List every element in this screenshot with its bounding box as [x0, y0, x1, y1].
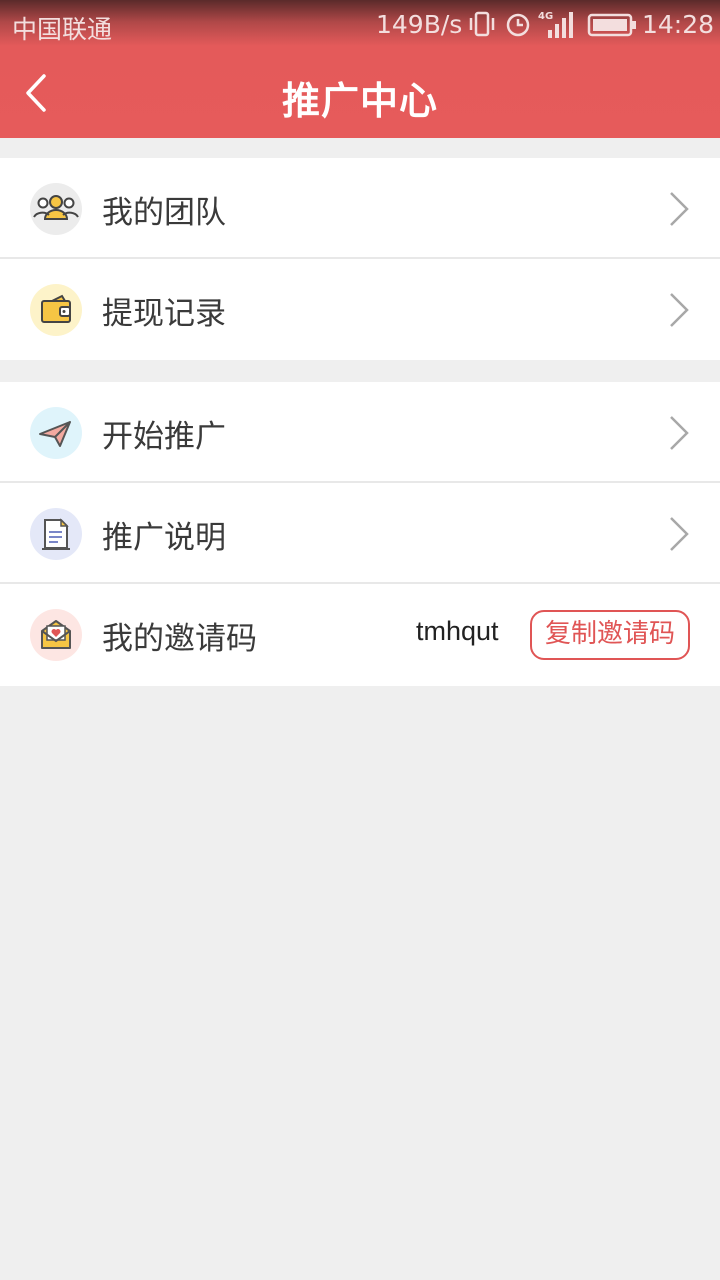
carrier-name: 中国联通: [12, 15, 113, 44]
chevron-right-icon: [670, 293, 689, 327]
menu-item-my-invite-code: 我的邀请码 tmhqut 复制邀请码: [0, 584, 720, 685]
network-type: 4G: [538, 11, 553, 22]
envelope-heart-icon: [30, 609, 82, 661]
menu-group-promotion: 开始推广 推广说明 我的邀请码 tmhqut 复制邀请码: [0, 382, 720, 686]
menu-item-label: 开始推广: [102, 419, 226, 455]
chevron-right-icon: [670, 517, 689, 551]
menu-item-label: 推广说明: [102, 520, 226, 556]
alarm-icon: [506, 13, 530, 37]
signal-icon: 4G: [538, 11, 573, 38]
app-header: 中国联通 149B/s 4G 14:28 推广中心: [0, 0, 720, 138]
status-icons: 4G: [468, 8, 638, 42]
page-title: 推广中心: [281, 79, 438, 123]
status-time: 14:28: [642, 10, 715, 39]
vibrate-icon: [469, 11, 495, 37]
menu-item-start-promotion[interactable]: 开始推广: [0, 382, 720, 483]
status-bar: 中国联通 149B/s 4G 14:28: [0, 0, 720, 50]
invite-code-value: tmhqut: [416, 616, 499, 646]
menu-item-label: 提现记录: [102, 296, 226, 332]
menu-item-my-team[interactable]: 我的团队: [0, 158, 720, 259]
chevron-right-icon: [670, 192, 689, 226]
menu-group-account: 我的团队 提现记录: [0, 158, 720, 360]
navigation-bar: 推广中心: [0, 50, 720, 138]
chevron-right-icon: [670, 416, 689, 450]
menu-item-promotion-guide[interactable]: 推广说明: [0, 483, 720, 584]
menu-item-label: 我的邀请码: [102, 621, 257, 657]
menu-item-label: 我的团队: [102, 195, 226, 231]
document-icon: [30, 508, 82, 560]
copy-invite-code-button[interactable]: 复制邀请码: [530, 610, 690, 660]
team-icon: [30, 183, 82, 235]
menu-item-withdraw-records[interactable]: 提现记录: [0, 259, 720, 360]
battery-icon: [587, 13, 636, 37]
paper-plane-icon: [30, 407, 82, 459]
wallet-icon: [30, 284, 82, 336]
network-speed: 149B/s: [376, 10, 463, 39]
